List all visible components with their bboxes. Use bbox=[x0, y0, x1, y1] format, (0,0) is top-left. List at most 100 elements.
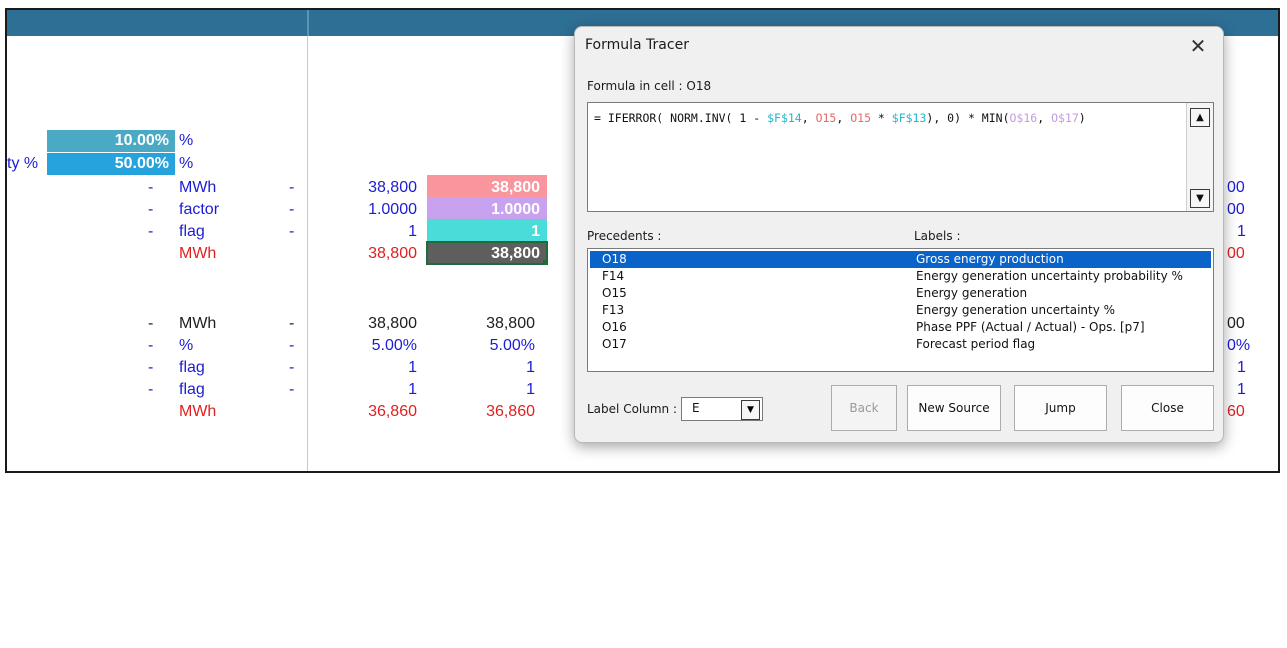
dash: - bbox=[289, 179, 295, 196]
value-cell[interactable]: 38,800 bbox=[337, 177, 417, 199]
dash: - bbox=[148, 359, 154, 376]
unit-label: MWh bbox=[179, 403, 217, 420]
jump-button[interactable]: Jump bbox=[1014, 385, 1107, 431]
formula-ref: $F$13 bbox=[891, 111, 927, 125]
precedent-ref: F14 bbox=[602, 269, 625, 283]
input-unit: % bbox=[179, 132, 194, 149]
formula-ref: O15 bbox=[850, 111, 871, 125]
formula-ref: O15 bbox=[815, 111, 837, 125]
precedents-list[interactable]: O18 Gross energy production F14 Energy g… bbox=[587, 248, 1214, 372]
traced-cell-value: 38,800 bbox=[491, 179, 540, 196]
formula-label: Formula in cell : O18 bbox=[587, 79, 712, 93]
clipped-value: 00 bbox=[1227, 245, 1245, 262]
formula-scrollbar[interactable]: ▲ ▼ bbox=[1186, 103, 1213, 211]
dash: - bbox=[289, 337, 295, 354]
precedents-header: Precedents : bbox=[587, 229, 662, 243]
formula-part: * bbox=[871, 111, 892, 125]
dash: - bbox=[289, 359, 295, 376]
value-cell[interactable]: 5.00% bbox=[337, 335, 417, 357]
dash: - bbox=[148, 381, 154, 398]
dash: - bbox=[289, 223, 295, 240]
back-button[interactable]: Back bbox=[831, 385, 897, 431]
dash: - bbox=[289, 315, 295, 332]
list-item[interactable]: O17 Forecast period flag bbox=[590, 336, 1211, 353]
labels-header: Labels : bbox=[914, 229, 961, 243]
value-cell[interactable]: 38,800 bbox=[337, 313, 417, 335]
value-cell[interactable]: 38,800 bbox=[337, 243, 417, 265]
formula-ref: O$16 bbox=[1009, 111, 1038, 125]
formula-part: , bbox=[1037, 111, 1052, 125]
list-item[interactable]: F13 Energy generation uncertainty % bbox=[590, 302, 1211, 319]
dash: - bbox=[148, 179, 154, 196]
unit-label: MWh bbox=[179, 315, 217, 332]
value-cell[interactable]: 1 bbox=[447, 379, 535, 401]
scroll-down-icon[interactable]: ▼ bbox=[1190, 189, 1210, 208]
dash: - bbox=[148, 337, 154, 354]
value-cell[interactable]: 36,860 bbox=[337, 401, 417, 423]
row-label-fragment: ty % bbox=[7, 155, 39, 172]
value-cell[interactable]: 36,860 bbox=[447, 401, 535, 423]
label-column-select[interactable]: E ▼ bbox=[681, 397, 763, 421]
formula-part: ) bbox=[1078, 111, 1086, 125]
close-icon[interactable]: ✕ bbox=[1185, 33, 1211, 59]
precedent-ref: O16 bbox=[602, 320, 627, 334]
dash: - bbox=[148, 223, 154, 240]
unit-label: flag bbox=[179, 381, 205, 398]
scroll-up-icon[interactable]: ▲ bbox=[1190, 108, 1210, 127]
clipped-value: 0% bbox=[1227, 337, 1251, 354]
unit-label: MWh bbox=[179, 245, 217, 262]
value-cell[interactable]: 1 bbox=[337, 221, 417, 243]
clipped-value: 00 bbox=[1227, 179, 1245, 196]
precedent-label: Energy generation bbox=[916, 286, 1028, 300]
value-cell[interactable]: 1.0000 bbox=[337, 199, 417, 221]
precedent-label: Phase PPF (Actual / Actual) - Ops. [p7] bbox=[916, 320, 1145, 334]
precedent-ref: O15 bbox=[602, 286, 627, 300]
clipped-value: 1 bbox=[1237, 223, 1246, 240]
unit-label: % bbox=[179, 337, 194, 354]
input-cell-value: 10.00% bbox=[114, 132, 169, 149]
precedent-label: Energy generation uncertainty probabilit… bbox=[916, 269, 1183, 283]
formula-part: , bbox=[801, 111, 816, 125]
value-cell[interactable]: 1 bbox=[337, 379, 417, 401]
formula-part: = IFERROR( NORM.INV( 1 - bbox=[594, 111, 768, 125]
unit-label: flag bbox=[179, 359, 205, 376]
precedent-label: Gross energy production bbox=[916, 252, 1064, 266]
formula-part: ), 0) * MIN( bbox=[926, 111, 1010, 125]
formula-ref: O$17 bbox=[1051, 111, 1079, 125]
formula-ref: $F$14 bbox=[767, 111, 802, 125]
unit-label: MWh bbox=[179, 179, 217, 196]
formula-part: , bbox=[836, 111, 851, 125]
new-source-button[interactable]: New Source bbox=[907, 385, 1001, 431]
clipped-value: 60 bbox=[1227, 403, 1245, 420]
list-item[interactable]: O18 Gross energy production bbox=[590, 251, 1211, 268]
fill-handle[interactable] bbox=[543, 260, 548, 265]
formula-text: = IFERROR( NORM.INV( 1 - $F$14, O15, O15… bbox=[594, 111, 1086, 125]
value-cell[interactable]: 5.00% bbox=[447, 335, 535, 357]
header-separator bbox=[307, 10, 309, 36]
list-item[interactable]: O16 Phase PPF (Actual / Actual) - Ops. [… bbox=[590, 319, 1211, 336]
precedent-ref: O17 bbox=[602, 337, 627, 351]
dash: - bbox=[148, 315, 154, 332]
clipped-value: 00 bbox=[1227, 315, 1245, 332]
list-item[interactable]: O15 Energy generation bbox=[590, 285, 1211, 302]
dialog-title: Formula Tracer bbox=[585, 37, 689, 53]
input-unit: % bbox=[179, 155, 194, 172]
precedent-label: Forecast period flag bbox=[916, 337, 1036, 351]
selected-cell-value: 38,800 bbox=[491, 245, 540, 262]
clipped-value: 1 bbox=[1237, 381, 1246, 398]
list-item[interactable]: F14 Energy generation uncertainty probab… bbox=[590, 268, 1211, 285]
input-cell-value: 50.00% bbox=[114, 155, 169, 172]
dash: - bbox=[148, 201, 154, 218]
formula-tracer-dialog: Formula Tracer ✕ Formula in cell : O18 =… bbox=[574, 26, 1224, 443]
column-divider bbox=[307, 36, 308, 471]
formula-textbox[interactable]: = IFERROR( NORM.INV( 1 - $F$14, O15, O15… bbox=[587, 102, 1214, 212]
label-column-label: Label Column : bbox=[587, 402, 677, 416]
close-button[interactable]: Close bbox=[1121, 385, 1214, 431]
chevron-down-icon[interactable]: ▼ bbox=[741, 400, 760, 420]
value-cell[interactable]: 1 bbox=[337, 357, 417, 379]
precedent-label: Energy generation uncertainty % bbox=[916, 303, 1116, 317]
traced-cell-value: 1.0000 bbox=[491, 201, 540, 218]
value-cell[interactable]: 1 bbox=[447, 357, 535, 379]
value-cell[interactable]: 38,800 bbox=[447, 313, 535, 335]
dash: - bbox=[289, 381, 295, 398]
